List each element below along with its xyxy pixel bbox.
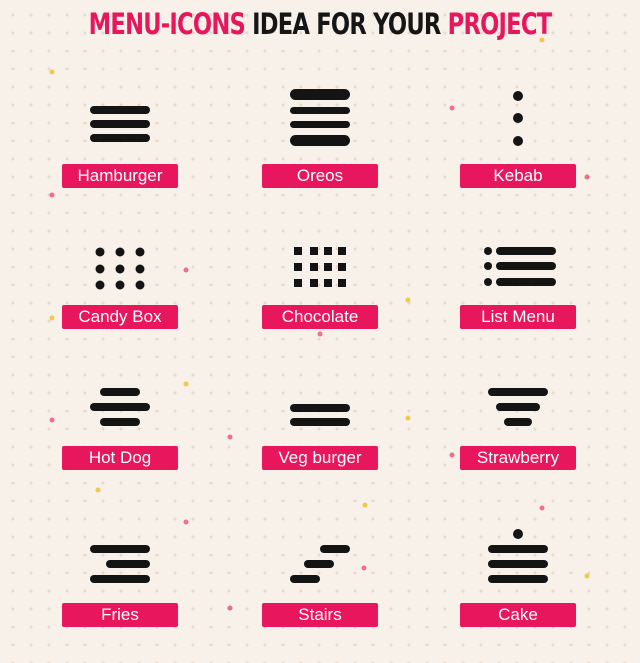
label-kebab: Kebab [460, 164, 576, 188]
label-stairs: Stairs [262, 603, 378, 627]
stairs-icon [260, 523, 380, 603]
menu-card-veg-burger: Veg burger [260, 366, 380, 506]
fries-icon [60, 523, 180, 603]
label-list-menu: List Menu [460, 305, 576, 329]
menu-card-cake: Cake [458, 523, 578, 663]
title-idea: IDEA FOR YOUR [252, 7, 441, 41]
hamburger-icon [60, 84, 180, 164]
cake-icon [458, 523, 578, 603]
menu-card-stairs: Stairs [260, 523, 380, 663]
menu-card-list-menu: List Menu [458, 225, 578, 365]
hot-dog-icon [60, 366, 180, 446]
label-oreos: Oreos [262, 164, 378, 188]
title-project: PROJECT [447, 7, 552, 41]
menu-card-oreos: Oreos [260, 84, 380, 224]
label-strawberry: Strawberry [460, 446, 576, 470]
kebab-icon [458, 84, 578, 164]
menu-card-hamburger: Hamburger [60, 84, 180, 224]
label-veg-burger: Veg burger [262, 446, 378, 470]
menu-card-hot-dog: Hot Dog [60, 366, 180, 506]
strawberry-icon [458, 366, 578, 446]
label-chocolate: Chocolate [262, 305, 378, 329]
label-fries: Fries [62, 603, 178, 627]
list-menu-icon [458, 225, 578, 305]
candy-box-icon [60, 225, 180, 305]
oreos-icon [260, 84, 380, 164]
menu-card-chocolate: Chocolate [260, 225, 380, 365]
menu-card-kebab: Kebab [458, 84, 578, 224]
label-hamburger: Hamburger [62, 164, 178, 188]
label-candy-box: Candy Box [62, 305, 178, 329]
title-menu-icons: MENU-ICONS [88, 7, 246, 41]
menu-card-candy-box: Candy Box [60, 225, 180, 365]
menu-card-fries: Fries [60, 523, 180, 663]
chocolate-icon [260, 225, 380, 305]
veg-burger-icon [260, 366, 380, 446]
page-title: MENU-ICONS IDEA FOR YOUR PROJECT [70, 4, 569, 44]
label-cake: Cake [460, 603, 576, 627]
menu-card-strawberry: Strawberry [458, 366, 578, 506]
label-hot-dog: Hot Dog [62, 446, 178, 470]
